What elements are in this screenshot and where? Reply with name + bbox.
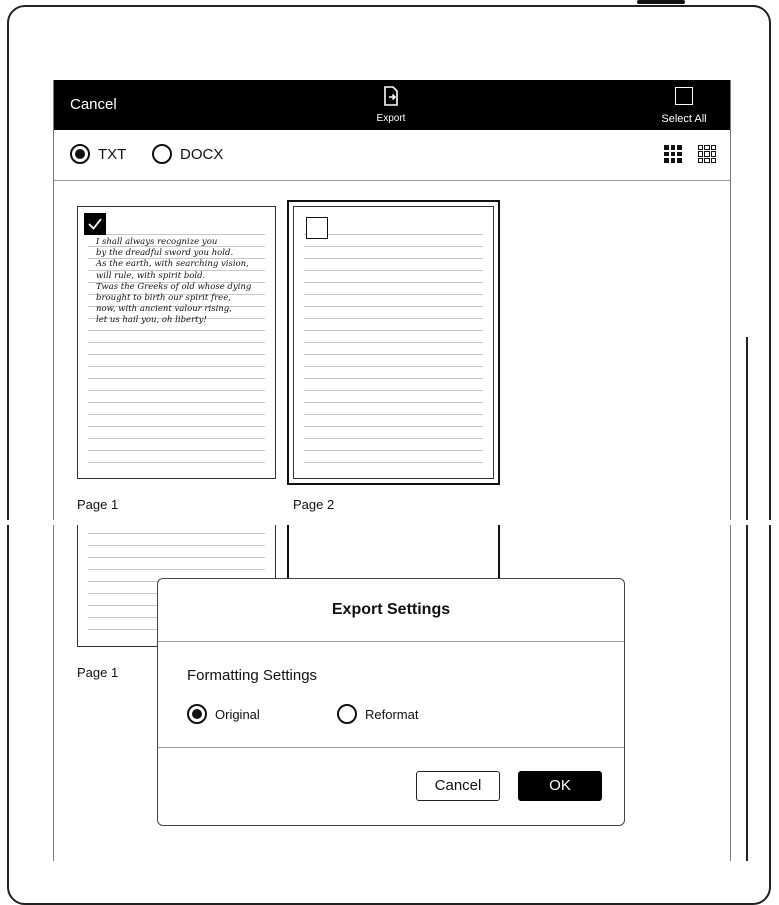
page-checkbox-checked[interactable] [84, 213, 106, 235]
checkmark-icon [88, 218, 102, 230]
page-thumbnail-inner [293, 206, 494, 479]
handwriting-line: let us hail you, oh liberty! [96, 315, 207, 326]
handwriting-line: brought to birth our spirit free, [96, 293, 231, 304]
export-settings-screen: Page 1 Export Settings Formatting Settin… [53, 525, 731, 861]
page-label: Page 1 [77, 665, 119, 680]
radio-selected-icon [70, 144, 90, 164]
page-label: Page 1 [77, 497, 119, 512]
view-toggle [664, 145, 716, 163]
export-button[interactable]: Export [366, 86, 416, 124]
handwriting-line: now, with ancient valour rising, [96, 304, 232, 315]
format-bar: TXT DOCX [54, 130, 730, 181]
radio-selected-icon [187, 704, 207, 724]
handwriting-line: Twas the Greeks of old whose dying [96, 281, 252, 292]
top-toolbar: Cancel Export Select All [54, 80, 730, 130]
handwriting-line: As the earth, with searching vision, [96, 259, 249, 270]
formatting-settings-label: Formatting Settings [187, 667, 318, 684]
side-scrollbar [746, 525, 748, 861]
format-option-label: DOCX [180, 145, 224, 163]
radio-empty-icon [152, 144, 172, 164]
export-page-screen: Cancel Export Select All TXT DOCX I shal… [53, 80, 731, 520]
option-reformat[interactable]: Reformat [337, 704, 418, 724]
option-label: Reformat [365, 706, 419, 722]
handwriting-line: I shall always recognize you [96, 237, 218, 247]
dialog-title: Export Settings [158, 579, 624, 642]
page-thumbnail-2[interactable] [287, 200, 500, 485]
dialog-divider [158, 747, 624, 748]
format-option-txt[interactable]: TXT [70, 144, 126, 164]
export-icon [384, 86, 398, 106]
ruled-lines [304, 223, 483, 468]
grid-large-icon[interactable] [664, 145, 682, 163]
page-thumbnail-1[interactable]: I shall always recognize you by the drea… [77, 206, 276, 479]
power-button [637, 0, 685, 4]
export-label: Export [376, 113, 406, 124]
export-settings-dialog: Export Settings Formatting Settings Orig… [157, 578, 625, 826]
handwriting-line: will rule, with spirit bold. [96, 270, 206, 281]
format-option-label: TXT [98, 145, 127, 163]
side-scrollbar [746, 337, 748, 520]
dialog-ok-button[interactable]: OK [518, 771, 602, 801]
page-label: Page 2 [293, 497, 335, 512]
dialog-cancel-button[interactable]: Cancel [416, 771, 500, 801]
page-checkbox-unchecked[interactable] [306, 217, 328, 239]
select-all-checkbox-icon [675, 87, 693, 105]
option-label: Original [215, 706, 260, 722]
grid-small-icon[interactable] [698, 145, 716, 163]
handwriting-line: by the dreadful sword you hold. [96, 248, 234, 259]
select-all-label: Select All [661, 113, 707, 125]
page-thumbnail-2-behind [287, 525, 500, 585]
cancel-button[interactable]: Cancel [70, 96, 117, 113]
radio-empty-icon [337, 704, 357, 724]
select-all-button[interactable]: Select All [654, 85, 714, 127]
format-option-docx[interactable]: DOCX [152, 144, 223, 164]
option-original[interactable]: Original [187, 704, 260, 724]
handwriting-text: I shall always recognize you by the drea… [96, 237, 251, 327]
